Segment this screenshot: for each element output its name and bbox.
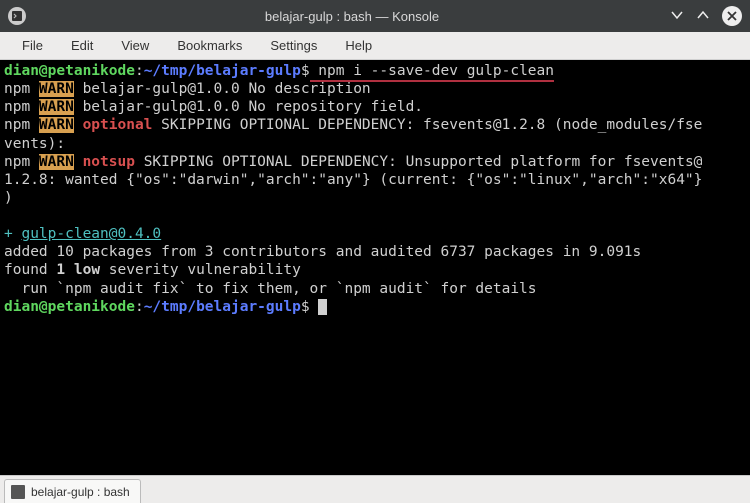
out-npm: npm (4, 154, 39, 170)
menu-settings[interactable]: Settings (256, 34, 331, 57)
out-hint: run `npm audit fix` to fix them, or `npm… (4, 281, 537, 297)
prompt-path: ~/tmp/belajar-gulp (144, 299, 301, 315)
prompt-end: $ (301, 299, 310, 315)
vuln-severity: low (74, 262, 100, 278)
tab-label: belajar-gulp : bash (31, 485, 130, 499)
out-npm: npm (4, 99, 39, 115)
warn-badge: WARN (39, 154, 74, 170)
out-text: ) (4, 190, 13, 206)
vuln-count: 1 (56, 262, 65, 278)
menu-edit[interactable]: Edit (57, 34, 107, 57)
out-npm: npm (4, 81, 39, 97)
menu-view[interactable]: View (107, 34, 163, 57)
warn-badge: WARN (39, 117, 74, 133)
window-controls (670, 6, 742, 26)
prompt-sep: : (135, 63, 144, 79)
maximize-button[interactable] (696, 8, 710, 25)
out-text: found (4, 262, 56, 278)
menu-file[interactable]: File (8, 34, 57, 57)
prompt-end: $ (301, 63, 310, 79)
warn-badge: WARN (39, 99, 74, 115)
window-title: belajar-gulp : bash — Konsole (34, 9, 670, 24)
out-text: 1.2.8: wanted {"os":"darwin","arch":"any… (4, 172, 702, 188)
cursor (318, 299, 327, 315)
out-text: severity vulnerability (100, 262, 301, 278)
prompt-user: dian@petanikode (4, 299, 135, 315)
menu-bookmarks[interactable]: Bookmarks (163, 34, 256, 57)
command-input: npm i --save-dev gulp-clean (310, 63, 554, 82)
tab-bar: belajar-gulp : bash (0, 475, 750, 503)
out-text: belajar-gulp@1.0.0 No repository field. (74, 99, 423, 115)
warn-badge: WARN (39, 81, 74, 97)
out-text: belajar-gulp@1.0.0 No description (74, 81, 371, 97)
terminal-tab[interactable]: belajar-gulp : bash (4, 479, 141, 503)
prompt-path: ~/tmp/belajar-gulp (144, 63, 301, 79)
installed-package: gulp-clean@0.4.0 (21, 226, 161, 242)
terminal[interactable]: dian@petanikode:~/tmp/belajar-gulp$ npm … (0, 60, 750, 475)
out-npm: npm (4, 117, 39, 133)
app-icon (8, 7, 26, 25)
out-text: SKIPPING OPTIONAL DEPENDENCY: fsevents@1… (152, 117, 702, 133)
warn-type: optional (83, 117, 153, 133)
prompt-sep: : (135, 299, 144, 315)
close-button[interactable] (722, 6, 742, 26)
prompt-user: dian@petanikode (4, 63, 135, 79)
menu-help[interactable]: Help (331, 34, 386, 57)
titlebar: belajar-gulp : bash — Konsole (0, 0, 750, 32)
out-text: SKIPPING OPTIONAL DEPENDENCY: Unsupporte… (135, 154, 702, 170)
warn-type: notsup (83, 154, 135, 170)
out-text: vents): (4, 136, 65, 152)
menubar: File Edit View Bookmarks Settings Help (0, 32, 750, 60)
minimize-button[interactable] (670, 8, 684, 25)
out-summary: added 10 packages from 3 contributors an… (4, 244, 641, 260)
terminal-icon (11, 485, 25, 499)
out-plus: + (4, 226, 21, 242)
